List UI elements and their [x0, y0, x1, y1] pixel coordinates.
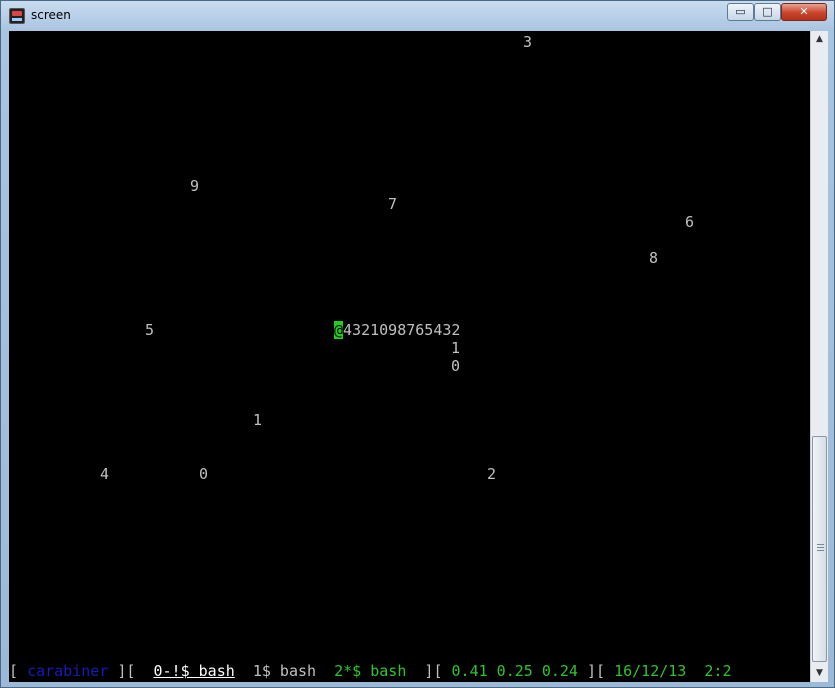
scattered-digit: 0 — [451, 357, 461, 375]
scattered-digit: 3 — [523, 33, 533, 51]
scroll-down-icon[interactable]: ▼ — [811, 665, 828, 682]
scroll-up-icon[interactable]: ▲ — [811, 31, 828, 48]
scattered-digit: 8 — [649, 249, 659, 267]
maximize-button[interactable]: □ — [754, 3, 781, 21]
grip-line — [817, 547, 824, 548]
status-load-average: 0.41 0.25 0.24 — [451, 662, 578, 680]
scattered-digit: 0 — [199, 465, 209, 483]
terminal-app-icon[interactable] — [9, 8, 25, 24]
screen-window-1[interactable]: 1$ bash — [253, 662, 316, 680]
scattered-digit: 4 — [100, 465, 110, 483]
scattered-digit: 9 — [190, 177, 200, 195]
screen-window-0[interactable]: 0-!$ bash — [154, 662, 235, 680]
scattered-digit: 2 — [487, 465, 497, 483]
status-hostname: carabiner — [27, 662, 109, 680]
scroll-thumb[interactable] — [812, 436, 827, 662]
scattered-digit: 5 — [145, 321, 155, 339]
screen-window-2[interactable]: 2*$ bash — [334, 662, 406, 680]
grip-line — [817, 544, 824, 545]
status-separator: ][ — [577, 662, 615, 680]
snake-body: 4321098765432 — [343, 321, 461, 339]
status-date: 16/12/13 — [614, 662, 687, 680]
scattered-digit: 6 — [685, 213, 695, 231]
status-separator: ][ — [406, 662, 452, 680]
status-gap — [686, 662, 704, 680]
status-time: 2:2 — [704, 662, 732, 680]
window-title: screen — [31, 8, 71, 22]
title-bar[interactable]: screen ▭ □ ✕ — [1, 1, 834, 31]
status-gap — [316, 662, 334, 680]
status-gap — [235, 662, 253, 680]
screen-status-line: [ carabiner ][ 0-!$ bash 1$ bash 2*$ bas… — [9, 662, 810, 680]
snake-head: @ — [334, 321, 344, 339]
close-button[interactable]: ✕ — [781, 3, 827, 21]
terminal-screen[interactable]: @4321098765432 [ carabiner ][ 0-!$ bash … — [9, 31, 810, 682]
snake: @4321098765432 — [334, 321, 460, 339]
minimize-button[interactable]: ▭ — [727, 3, 754, 21]
status-open-bracket: [ — [9, 662, 28, 680]
grip-line — [817, 550, 824, 551]
vertical-scrollbar[interactable]: ▲ ▼ — [810, 31, 828, 682]
scattered-digit: 1 — [253, 411, 263, 429]
scattered-digit: 1 — [451, 339, 461, 357]
status-separator: ][ — [108, 662, 154, 680]
terminal-window: screen ▭ □ ✕ @4321098765432 [ carabiner … — [0, 0, 835, 688]
scattered-digit: 7 — [388, 195, 398, 213]
